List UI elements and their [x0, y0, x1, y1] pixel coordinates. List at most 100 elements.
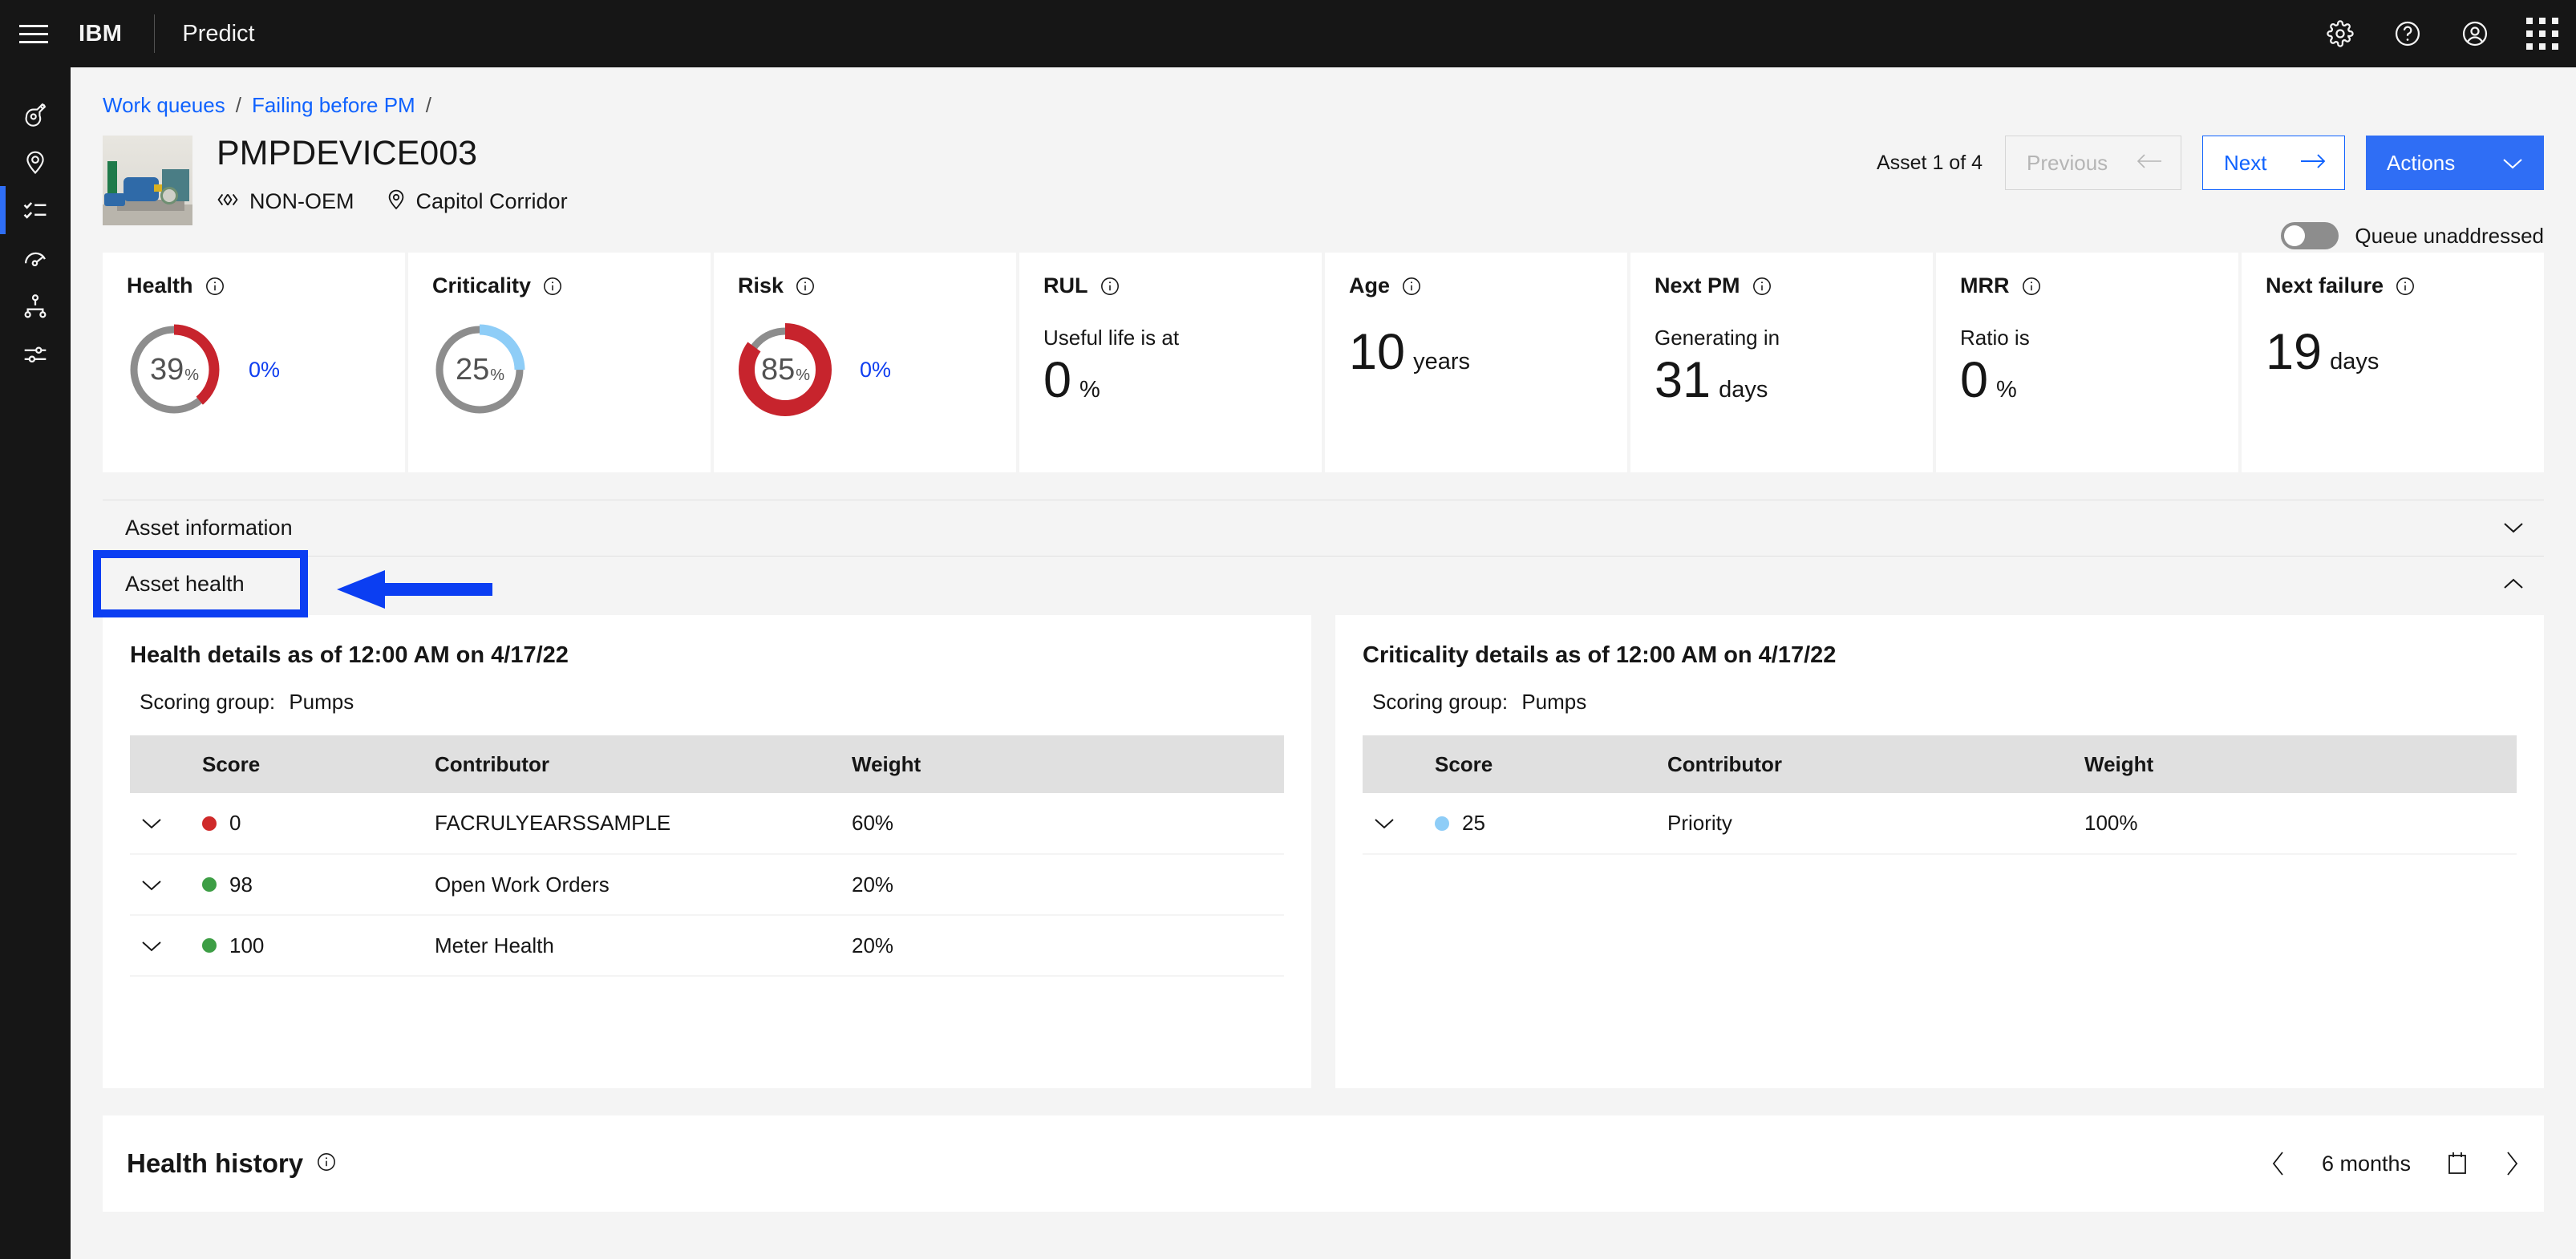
- help-icon[interactable]: [2374, 0, 2441, 67]
- sidebar-item-hierarchy[interactable]: [0, 282, 71, 330]
- brand-divider: [154, 14, 156, 53]
- kpi-title-label: Health: [127, 273, 193, 298]
- criticality-value: 25%: [455, 352, 505, 387]
- status-dot: [202, 877, 217, 892]
- table-header-contributor: Contributor: [422, 735, 839, 793]
- asset-location-label: Capitol Corridor: [415, 189, 568, 214]
- health-value: 39%: [149, 352, 200, 387]
- row-contributor: Priority: [1655, 793, 2072, 855]
- row-score-value: 0: [229, 811, 241, 835]
- annotation-arrow-icon: [335, 568, 492, 611]
- arrow-right-icon: [2299, 151, 2327, 176]
- scoring-group-value: Pumps: [1521, 690, 1587, 714]
- asset-health-accordion-body: Health details as of 12:00 AM on 4/17/22…: [103, 612, 2544, 1088]
- app-switcher-icon[interactable]: [2509, 0, 2576, 67]
- asset-subtitle: NON-OEM Capitol Corridor: [217, 188, 589, 216]
- info-icon[interactable]: [795, 276, 816, 297]
- table-row[interactable]: 25 Priority 100%: [1363, 793, 2517, 855]
- row-weight: 20%: [839, 915, 1284, 977]
- kpi-title: MRR: [1960, 273, 2214, 298]
- health-scoring-group: Scoring group: Pumps: [140, 690, 1284, 715]
- table-header-row: Score Contributor Weight: [130, 735, 1284, 793]
- asset-count-label: Asset 1 of 4: [1876, 151, 1983, 174]
- kpi-unit: %: [1996, 377, 2017, 403]
- kpi-title: Next PM: [1655, 273, 1909, 298]
- table-row[interactable]: 98 Open Work Orders 20%: [130, 854, 1284, 916]
- scoring-group-label: Scoring group:: [140, 690, 276, 714]
- kpi-title-label: Next failure: [2266, 273, 2384, 298]
- info-icon[interactable]: [1752, 276, 1772, 297]
- table-header-expand: [1363, 735, 1422, 793]
- sidebar-item-settings[interactable]: [0, 330, 71, 379]
- row-expand-chevron-icon[interactable]: [130, 793, 189, 855]
- health-donut-chart: 39%: [127, 322, 221, 417]
- kpi-unit: %: [1079, 377, 1100, 403]
- kpi-number: 10: [1349, 324, 1406, 380]
- info-icon[interactable]: [2021, 276, 2042, 297]
- breadcrumb-item-work-queues[interactable]: Work queues: [103, 93, 225, 118]
- breadcrumb-separator: /: [425, 93, 431, 117]
- kpi-caption: Generating in: [1655, 326, 1780, 350]
- health-details-title: Health details as of 12:00 AM on 4/17/22: [130, 642, 569, 668]
- scoring-group-label: Scoring group:: [1372, 690, 1509, 714]
- row-expand-chevron-icon[interactable]: [130, 854, 189, 916]
- breadcrumb-item-failing-before-pm[interactable]: Failing before PM: [252, 93, 415, 118]
- kpi-value: 19 days: [2266, 326, 2520, 379]
- risk-donut-chart: 85%: [738, 322, 832, 417]
- gear-icon[interactable]: [2307, 0, 2374, 67]
- table-row[interactable]: 0 FACRULYEARSSAMPLE 60%: [130, 793, 1284, 855]
- kpi-number: 19: [2266, 324, 2323, 380]
- kpi-caption: Ratio is: [1960, 326, 2030, 350]
- health-delta: 0%: [249, 357, 281, 382]
- info-icon[interactable]: [1401, 276, 1422, 297]
- row-contributor: FACRULYEARSSAMPLE: [422, 793, 839, 855]
- asset-health-label: Asset health: [125, 572, 245, 596]
- kpi-title-label: Risk: [738, 273, 784, 298]
- row-expand-chevron-icon[interactable]: [130, 915, 189, 977]
- queue-unaddressed-toggle[interactable]: [2281, 222, 2339, 249]
- kpi-body: 25%: [432, 322, 687, 417]
- previous-button[interactable]: Previous: [2005, 136, 2181, 190]
- table-header-contributor: Contributor: [1655, 735, 2072, 793]
- info-icon[interactable]: [542, 276, 563, 297]
- chevron-down-icon: [2502, 516, 2525, 540]
- row-weight: 60%: [839, 793, 1284, 855]
- row-expand-chevron-icon[interactable]: [1363, 793, 1422, 855]
- info-icon[interactable]: [2395, 276, 2416, 297]
- info-icon[interactable]: [316, 1148, 337, 1179]
- sidebar-item-locations[interactable]: [0, 138, 71, 186]
- row-score: 100: [189, 915, 422, 977]
- kpi-body: 85% 0%: [738, 322, 992, 417]
- asset-information-accordion-header[interactable]: Asset information: [103, 500, 2544, 556]
- kpi-title-label: Age: [1349, 273, 1391, 298]
- sidebar-item-meters[interactable]: [0, 234, 71, 282]
- criticality-details-panel: Criticality details as of 12:00 AM on 4/…: [1335, 615, 2544, 1088]
- next-button[interactable]: Next: [2202, 136, 2345, 190]
- table-row[interactable]: 100 Meter Health 20%: [130, 915, 1284, 977]
- actions-button[interactable]: Actions: [2366, 136, 2544, 190]
- sidebar-item-work-queues[interactable]: [0, 186, 71, 234]
- info-icon[interactable]: [1100, 276, 1120, 297]
- kpi-unit: days: [2330, 349, 2380, 374]
- chevron-down-icon: [2502, 151, 2523, 176]
- kpi-title: Criticality: [432, 273, 687, 298]
- risk-delta: 0%: [860, 357, 892, 382]
- sidebar-item-assets[interactable]: [0, 90, 71, 138]
- criticality-scoring-group: Scoring group: Pumps: [1372, 690, 2517, 715]
- kpi-unit: days: [1719, 377, 1768, 403]
- calendar-icon[interactable]: [2446, 1151, 2469, 1176]
- row-score: 0: [189, 793, 422, 855]
- chevron-right-icon[interactable]: [2504, 1151, 2520, 1176]
- status-dot: [1435, 816, 1449, 831]
- row-score-value: 25: [1462, 811, 1485, 835]
- user-avatar-icon[interactable]: [2441, 0, 2509, 67]
- sidebar-rail: [0, 67, 71, 1259]
- table-header-score: Score: [1422, 735, 1655, 793]
- criticality-details-title: Criticality details as of 12:00 AM on 4/…: [1363, 642, 1837, 668]
- chevron-left-icon[interactable]: [2270, 1151, 2286, 1176]
- info-icon[interactable]: [205, 276, 225, 297]
- arrow-left-icon: [2136, 151, 2163, 176]
- kpi-card-criticality: Criticality 25%: [408, 253, 711, 472]
- asset-health-accordion-header[interactable]: Asset health: [93, 550, 2544, 617]
- hamburger-menu-icon[interactable]: [0, 0, 67, 67]
